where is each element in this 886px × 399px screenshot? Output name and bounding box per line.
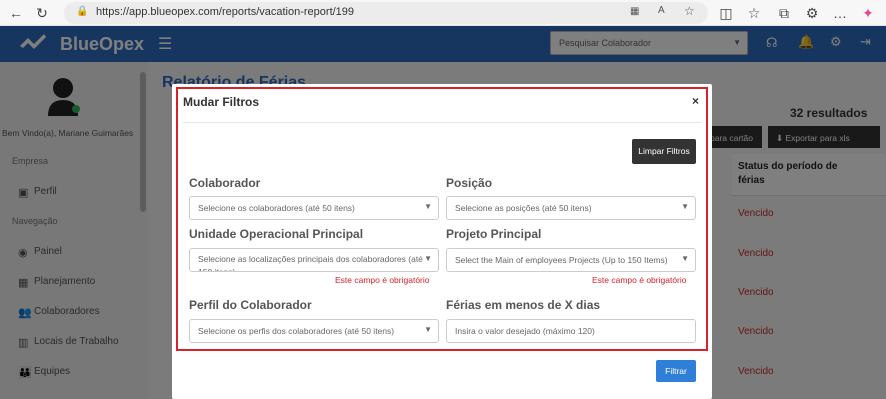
read-aloud-icon[interactable]: A (658, 5, 665, 16)
favorite-star-icon[interactable]: ☆ (684, 4, 695, 18)
copilot-icon[interactable]: ✦ (858, 3, 878, 23)
reload-icon[interactable]: ↻ (32, 3, 52, 23)
back-arrow-icon[interactable]: ← (6, 3, 26, 23)
collections-icon[interactable]: ⧉ (774, 3, 794, 23)
address-bar[interactable]: 🔒 https://app.blueopex.com/reports/vacat… (64, 2, 708, 24)
favorites-icon[interactable]: ☆ (744, 3, 764, 23)
reader-icon[interactable]: ▦ (630, 6, 639, 17)
extensions-icon[interactable]: ⚙ (802, 3, 822, 23)
more-icon[interactable]: … (830, 3, 850, 23)
highlight-box (176, 87, 708, 351)
browser-toolbar: ← ↻ 🔒 https://app.blueopex.com/reports/v… (0, 0, 886, 26)
url-text: https://app.blueopex.com/reports/vacatio… (96, 6, 355, 18)
filter-button[interactable]: Filtrar (656, 360, 696, 382)
lock-icon: 🔒 (76, 6, 89, 17)
split-screen-icon[interactable]: ◫ (716, 3, 736, 23)
